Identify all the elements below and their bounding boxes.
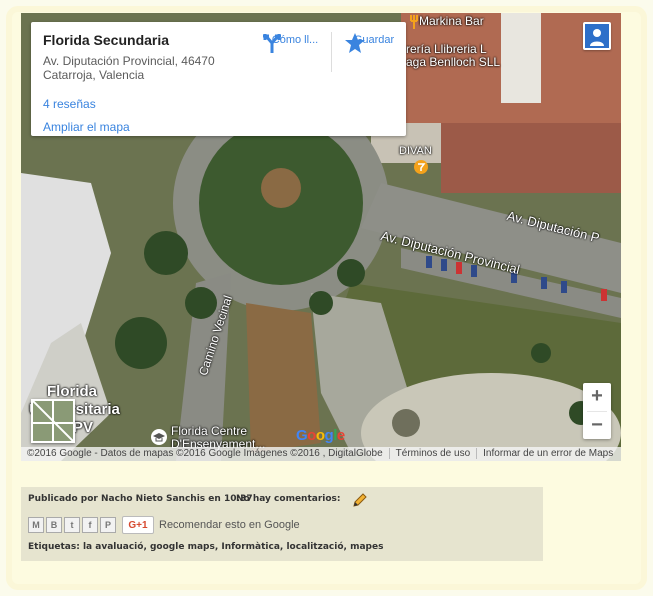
enlarge-map-link[interactable]: Ampliar el mapa [43,120,130,134]
reviews-link[interactable]: 4 reseñas [43,97,96,111]
twitter-icon[interactable]: t [64,517,80,533]
streetview-button[interactable] [583,22,611,50]
poi-markina-bar[interactable]: Markina Bar [419,14,484,28]
gplus-button[interactable]: G+1 [122,516,154,534]
google-logo: Google [296,427,345,444]
card-divider [331,32,332,72]
zoom-control: + − [583,383,611,439]
place-title[interactable]: Florida Secundaria [43,32,169,48]
pegman-icon [585,24,609,48]
place-info-card: Florida Secundaria Av. Diputación Provin… [31,22,406,136]
labels-prefix: Etiquetas: [28,542,80,552]
satellite-toggle[interactable] [31,399,75,443]
share-buttons: M B t f P G+1 Recomendar esto en Google [28,516,300,534]
recommend-text: Recomendar esto en Google [159,519,300,531]
directions-icon [263,34,281,53]
attribution-text: ©2016 Google - Datos de mapas ©2016 Goog… [27,448,383,459]
pinterest-icon[interactable]: P [100,517,116,533]
post-footer: Publicado por Nacho Nieto Sanchis en 10:… [21,487,543,561]
poi-florida-univ-1[interactable]: Florida [47,383,97,400]
map-thumbnail-icon [33,401,73,441]
zoom-out-button[interactable]: − [583,412,611,440]
map-attribution: ©2016 Google - Datos de mapas ©2016 Goog… [21,447,621,461]
at-label: en [208,494,221,504]
published-by-label: Publicado por [28,494,98,504]
post-meta: Publicado por Nacho Nieto Sanchis en 10:… [28,494,253,504]
poi-llibreria-2[interactable]: aga Benlloch SLL [406,55,500,69]
comments-link[interactable]: No hay comentarios: [236,494,341,504]
place-address: Av. Diputación Provincial, 46470 Catarro… [43,54,215,82]
facebook-icon[interactable]: f [82,517,98,533]
terms-link[interactable]: Términos de uso [390,448,476,459]
email-icon[interactable]: M [28,517,44,533]
page: Markina Bar rería Llibreria L aga Benllo… [0,0,653,596]
labels-links[interactable]: la avaluació, google maps, Informàtica, … [83,542,383,552]
restaurant-icon [410,15,418,29]
save-button[interactable]: Guardar [344,32,404,87]
poi-divan[interactable]: DIVAN [399,145,432,157]
poi-llibreria-1[interactable]: rería Llibreria L [406,42,487,56]
bar-marker-icon[interactable] [414,160,428,174]
poi-florida-univ-3[interactable]: PV [73,419,93,436]
blogger-icon[interactable]: B [46,517,62,533]
post-labels: Etiquetas: la avaluació, google maps, In… [28,542,383,552]
poi-florida-centre-1[interactable]: Florida Centre [171,424,247,438]
map-embed[interactable]: Markina Bar rería Llibreria L aga Benllo… [21,13,621,461]
edit-pencil-icon[interactable] [351,491,369,509]
star-icon [345,33,365,53]
directions-button[interactable]: Cómo ll... [261,32,329,87]
school-marker-icon[interactable] [151,429,167,445]
author-link[interactable]: Nacho Nieto Sanchis [101,494,205,504]
zoom-in-button[interactable]: + [583,383,611,411]
report-error-link[interactable]: Informar de un error de Maps [477,448,619,459]
